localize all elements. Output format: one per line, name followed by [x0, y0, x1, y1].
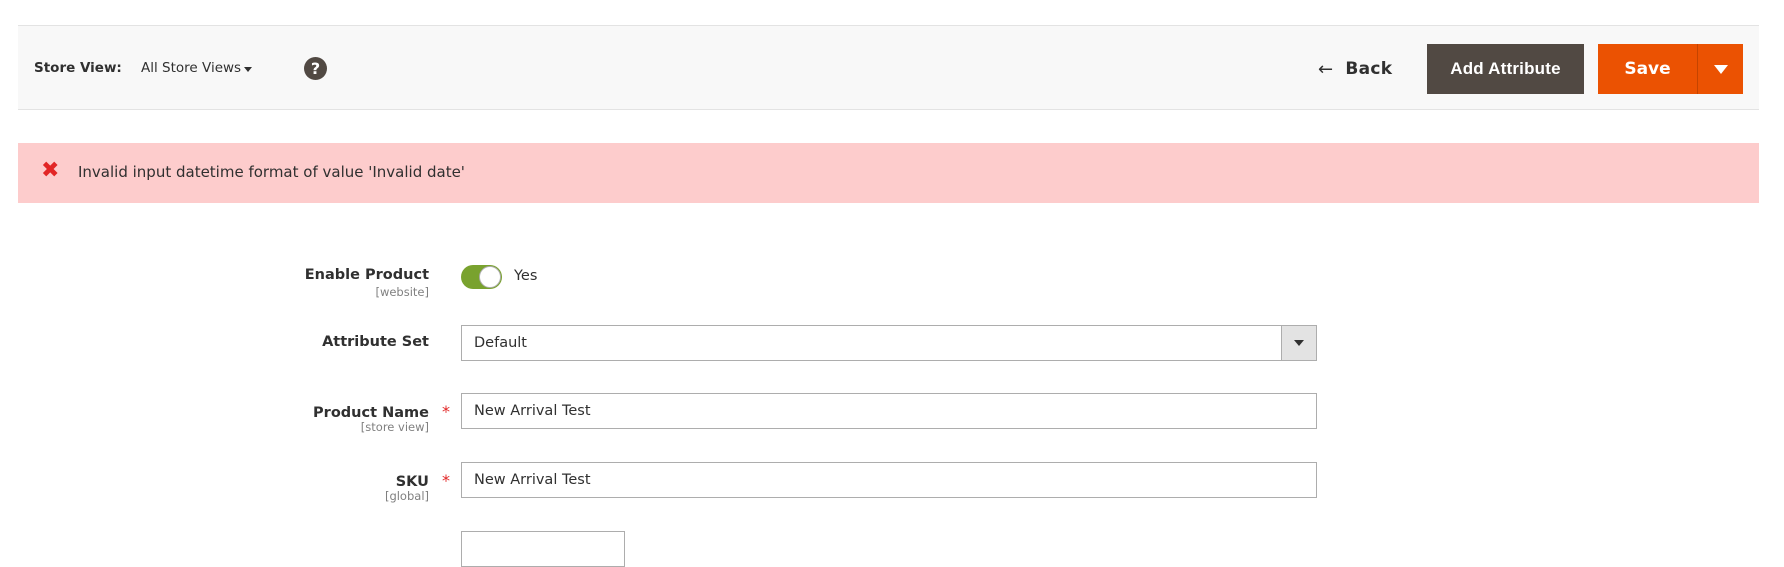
- store-view-switcher[interactable]: All Store Views: [141, 60, 241, 76]
- error-message: ✖ Invalid input datetime format of value…: [18, 143, 1759, 203]
- required-marker: *: [442, 402, 450, 421]
- error-message-text: Invalid input datetime format of value '…: [78, 163, 465, 181]
- next-field-input[interactable]: [461, 531, 625, 567]
- store-view-label: Store View:: [34, 60, 122, 76]
- toggle-knob: [479, 266, 501, 288]
- attribute-set-label: Attribute Set: [322, 334, 429, 350]
- enable-product-toggle[interactable]: [461, 265, 502, 289]
- enable-product-label: Enable Product: [304, 267, 429, 283]
- sku-input[interactable]: [461, 462, 1317, 498]
- attribute-set-dropdown-button[interactable]: [1281, 325, 1317, 361]
- enable-product-scope: [website]: [375, 285, 429, 299]
- attribute-set-select[interactable]: Default: [461, 325, 1317, 361]
- caret-down-icon: [1294, 340, 1304, 346]
- add-attribute-button[interactable]: Add Attribute: [1427, 44, 1584, 94]
- product-name-label: Product Name *: [313, 402, 450, 421]
- chevron-down-icon[interactable]: [244, 67, 252, 72]
- save-button[interactable]: Save: [1598, 44, 1697, 94]
- save-options-toggle[interactable]: [1697, 44, 1743, 94]
- back-button[interactable]: ← Back: [1318, 44, 1392, 94]
- required-marker: *: [442, 471, 450, 490]
- attribute-set-value: Default: [474, 335, 527, 351]
- sku-scope: [global]: [384, 489, 429, 503]
- product-name-input[interactable]: [461, 393, 1317, 429]
- sku-label-text: SKU: [395, 474, 429, 490]
- help-icon[interactable]: ?: [304, 57, 327, 80]
- sku-label: SKU *: [396, 471, 450, 490]
- error-icon: ✖: [41, 158, 60, 183]
- product-name-label-text: Product Name: [313, 405, 429, 421]
- product-name-scope: [store view]: [360, 420, 429, 434]
- caret-down-icon: [1713, 64, 1728, 74]
- enable-product-value: Yes: [514, 268, 538, 284]
- arrow-left-icon: ←: [1318, 58, 1334, 80]
- page-actions-toolbar: Store View: All Store Views ? ← Back Add…: [18, 25, 1759, 110]
- back-button-label: Back: [1345, 59, 1393, 79]
